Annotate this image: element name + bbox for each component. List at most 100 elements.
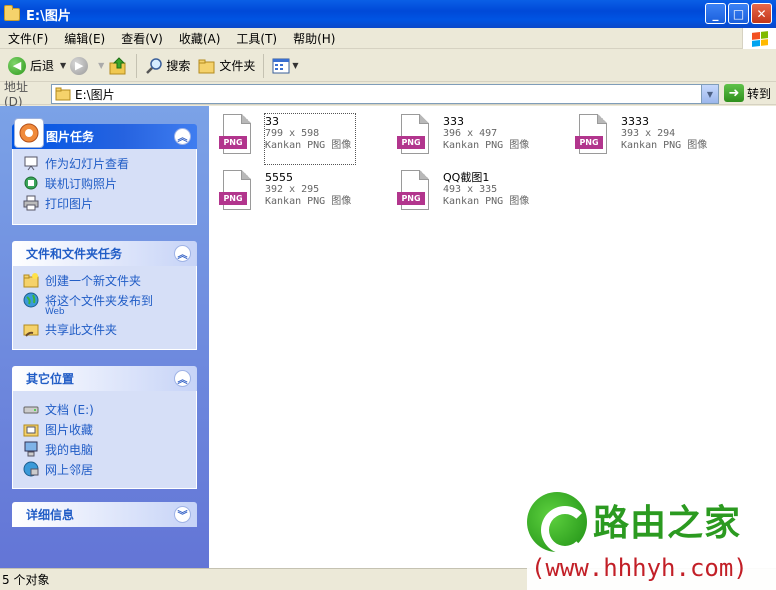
search-label: 搜索 <box>166 59 191 73</box>
menu-help[interactable]: 帮助(H) <box>285 30 343 47</box>
task-print-pictures[interactable]: 打印图片 <box>23 195 186 215</box>
forward-arrow-icon: ▶ <box>70 56 89 75</box>
task-new-folder[interactable]: 创建一个新文件夹 <box>23 272 186 292</box>
place-network[interactable]: 网上邻居 <box>23 461 186 481</box>
png-file-icon: PNG <box>219 170 257 214</box>
address-input[interactable]: E:\图片 ▼ <box>51 84 719 104</box>
png-file-icon: PNG <box>219 114 257 158</box>
globe-icon <box>23 292 39 308</box>
picture-tasks-header[interactable]: 图片任务 ︽ <box>12 118 197 149</box>
back-button[interactable]: ◀ 后退 <box>4 53 58 79</box>
file-info: 33 799 x 598 Kankan PNG 图像 <box>263 113 357 165</box>
file-info: 5555 392 x 295 Kankan PNG 图像 <box>265 170 351 220</box>
task-slideshow[interactable]: 作为幻灯片查看 <box>23 155 186 175</box>
details-title: 详细信息 <box>26 508 75 522</box>
up-folder-button[interactable] <box>104 53 132 79</box>
file-dimensions: 799 x 598 <box>265 128 320 139</box>
maximize-button[interactable]: □ <box>728 3 749 24</box>
place-documents-drive[interactable]: 文档 (E:) <box>23 401 186 421</box>
toolbar-separator <box>136 53 138 78</box>
go-arrow-icon: ➜ <box>724 84 744 102</box>
other-places-title: 其它位置 <box>26 372 75 386</box>
file-info: 3333 393 x 294 Kankan PNG 图像 <box>621 114 707 164</box>
place-my-pictures[interactable]: 图片收藏 <box>23 421 186 441</box>
watermark: 路由之家 (www.hhhyh.com) <box>527 478 776 590</box>
details-header[interactable]: 详细信息 ︾ <box>12 502 197 527</box>
close-button[interactable]: ✕ <box>751 3 772 24</box>
picture-tasks-body: 作为幻灯片查看 联机订购照片 打印图片 <box>12 149 197 225</box>
folders-label: 文件夹 <box>219 59 256 73</box>
expand-chevron-icon[interactable]: ︾ <box>174 506 191 523</box>
file-item[interactable]: PNG 33 799 x 598 Kankan PNG 图像 <box>219 113 389 165</box>
menu-view[interactable]: 查看(V) <box>113 30 171 47</box>
task-order-prints[interactable]: 联机订购照片 <box>23 175 186 195</box>
folder-icon <box>4 4 20 21</box>
views-button[interactable]: ▼ <box>268 53 302 79</box>
new-folder-icon <box>23 273 39 288</box>
up-folder-icon <box>109 56 126 74</box>
toolbar-separator <box>263 53 265 78</box>
folders-button[interactable]: 文件夹 <box>194 53 259 79</box>
menu-tools[interactable]: 工具(T) <box>228 30 285 47</box>
address-dropdown-icon[interactable]: ▼ <box>701 85 718 103</box>
file-dimensions: 396 x 497 <box>443 128 498 139</box>
back-arrow-icon: ◀ <box>8 56 26 75</box>
slideshow-icon <box>24 156 38 171</box>
file-item[interactable]: PNG 333 396 x 497 Kankan PNG 图像 <box>397 114 567 164</box>
png-file-icon: PNG <box>397 114 435 158</box>
window-controls: _ □ ✕ <box>705 3 772 24</box>
my-computer-icon <box>24 441 38 457</box>
file-folder-tasks-title: 文件和文件夹任务 <box>26 247 123 261</box>
file-name: 333 <box>443 115 464 128</box>
title-bar[interactable]: E:\图片 _ □ ✕ <box>0 0 776 28</box>
png-file-icon: PNG <box>397 170 435 214</box>
file-item[interactable]: PNG QQ截图1 493 x 335 Kankan PNG 图像 <box>397 170 567 220</box>
address-path: E:\图片 <box>75 87 115 102</box>
file-name: 3333 <box>621 115 649 128</box>
window-title: E:\图片 <box>26 8 71 24</box>
file-name: QQ截图1 <box>443 171 490 184</box>
watermark-url: (www.hhhyh.com) <box>531 554 748 582</box>
go-label: 转到 <box>747 86 772 101</box>
status-object-count: 5 个对象 <box>2 573 50 587</box>
other-places-header[interactable]: 其它位置 ︽ <box>12 366 197 391</box>
order-prints-icon <box>24 176 38 190</box>
details-panel: 详细信息 ︾ <box>12 502 197 527</box>
minimize-button[interactable]: _ <box>705 3 726 24</box>
file-folder-tasks-header[interactable]: 文件和文件夹任务 ︽ <box>12 241 197 266</box>
menu-file[interactable]: 文件(F) <box>0 30 56 47</box>
task-pane: 图片任务 ︽ 作为幻灯片查看 联机订购照片 打印图片 文件和文件夹任务 ︽ 创建… <box>0 106 209 568</box>
collapse-chevron-icon[interactable]: ︽ <box>174 128 191 145</box>
network-icon <box>23 461 39 477</box>
file-name: 5555 <box>265 171 293 184</box>
folders-icon <box>198 59 215 73</box>
file-item[interactable]: PNG 5555 392 x 295 Kankan PNG 图像 <box>219 170 389 220</box>
place-my-computer[interactable]: 我的电脑 <box>23 441 186 461</box>
file-dimensions: 393 x 294 <box>621 128 676 139</box>
watermark-brand: 路由之家 <box>593 503 742 544</box>
menu-bar: 文件(F) 编辑(E) 查看(V) 收藏(A) 工具(T) 帮助(H) <box>0 28 776 49</box>
back-label: 后退 <box>30 59 55 73</box>
picture-tasks-panel: 图片任务 ︽ 作为幻灯片查看 联机订购照片 打印图片 <box>12 118 197 225</box>
search-button[interactable]: 搜索 <box>141 53 194 79</box>
windows-flag-icon <box>751 30 768 47</box>
watermark-logo-icon <box>527 492 589 554</box>
forward-button[interactable]: ▶ <box>66 53 96 79</box>
task-share-folder[interactable]: 共享此文件夹 <box>23 321 186 341</box>
picture-tasks-icon <box>14 118 44 148</box>
file-info: 333 396 x 497 Kankan PNG 图像 <box>443 114 529 164</box>
windows-logo <box>742 28 776 49</box>
file-item[interactable]: PNG 3333 393 x 294 Kankan PNG 图像 <box>575 114 745 164</box>
collapse-chevron-icon[interactable]: ︽ <box>174 370 191 387</box>
views-icon <box>272 58 290 73</box>
file-type: Kankan PNG 图像 <box>621 140 708 151</box>
menu-edit[interactable]: 编辑(E) <box>56 30 113 47</box>
menu-favorites[interactable]: 收藏(A) <box>171 30 229 47</box>
file-type: Kankan PNG 图像 <box>443 140 530 151</box>
collapse-chevron-icon[interactable]: ︽ <box>174 245 191 262</box>
file-type: Kankan PNG 图像 <box>265 196 352 207</box>
go-button[interactable]: ➜ 转到 <box>724 84 771 102</box>
folder-icon <box>55 87 71 101</box>
file-folder-tasks-body: 创建一个新文件夹 将这个文件夹发布到 Web 共享此文件夹 <box>12 266 197 350</box>
address-label: 地址(D) <box>4 80 29 109</box>
